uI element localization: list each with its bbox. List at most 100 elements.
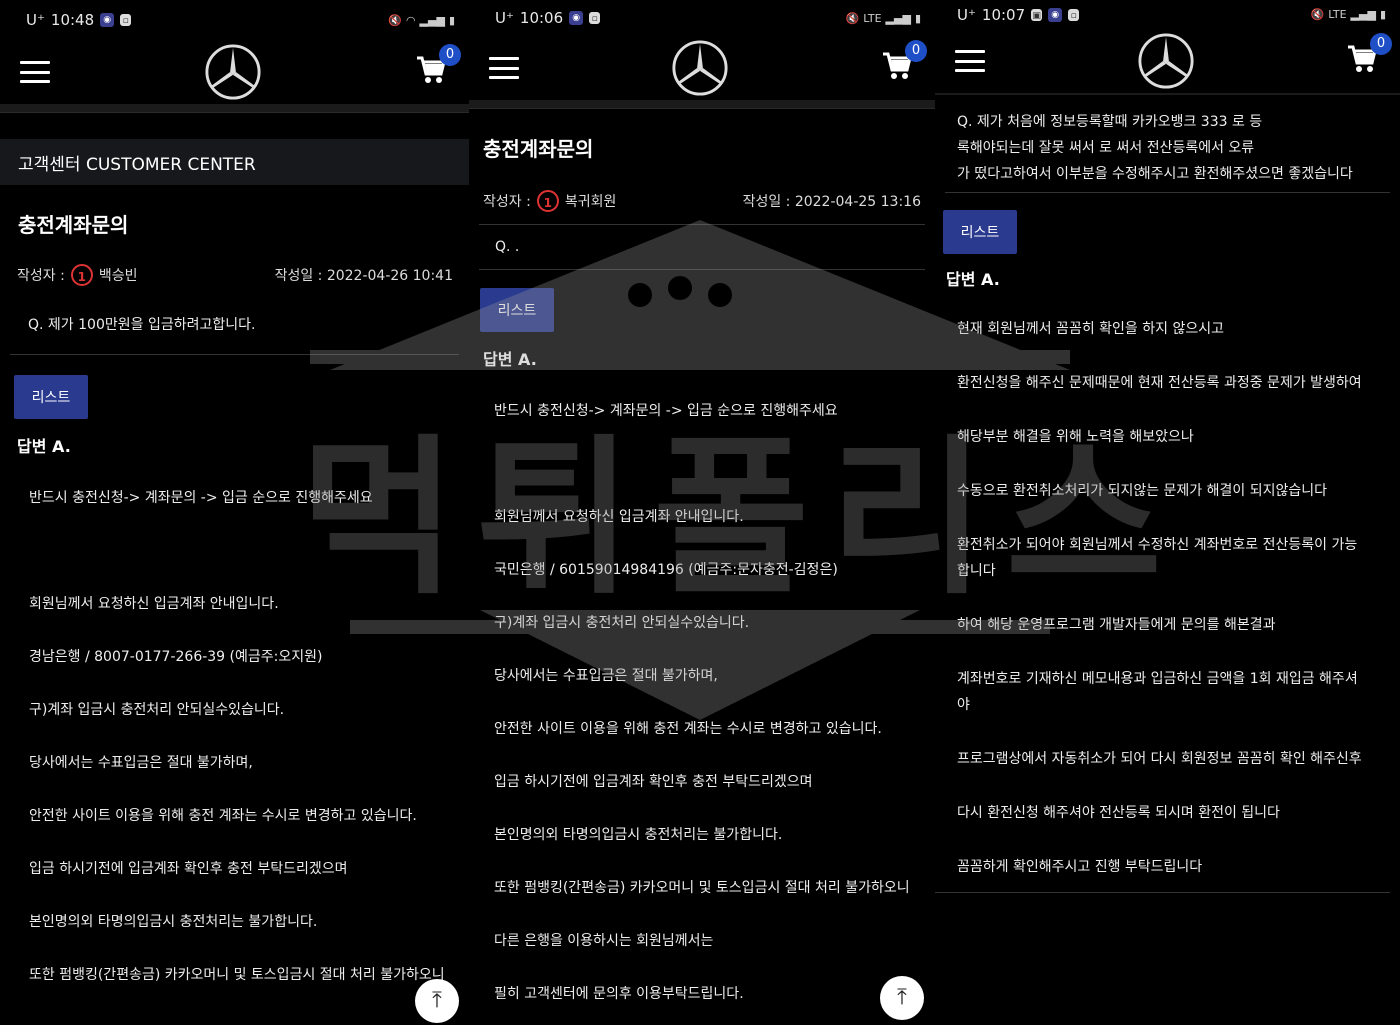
screenshot-panel-2: U⁺ 10:06 ◉ ▫ 🔇 LTE ▂▄▆ ▮ 0 충전계좌문의 작성자: … [469,0,935,1025]
wifi-icon: ◠ [405,13,416,27]
cart-count-badge: 0 [905,40,927,62]
mute-icon: 🔇 [1310,8,1325,21]
gallery-icon: ▣ [1031,8,1043,21]
answer-line: 안전한 사이트 이용을 위해 충전 계좌는 수시로 변경하고 있습니다. [29,808,417,824]
question-line: 가 떴다고하여서 이부분을 수정해주시고 환전해주셨으면 좋겠습니다 [957,166,1353,182]
answer-title: 답변 A. [17,437,71,456]
carrier-label: U⁺ [495,9,514,27]
carrier-label: U⁺ [26,11,45,29]
mute-icon: 🔇 [388,13,402,27]
answer-line: 당사에서는 수표입금은 절대 불가하며, [29,755,253,771]
post-title: 충전계좌문의 [18,213,129,237]
battery-icon: ▮ [1379,8,1386,21]
cart-count-badge: 0 [439,44,461,66]
brand-logo-icon[interactable] [204,43,262,101]
brand-logo-icon[interactable] [1137,32,1195,90]
question-line: 록해야되는데 잘못 써서 로 써서 전산등록에서 오류 [957,140,1255,156]
battery-icon: ▮ [448,13,455,27]
post-date: 작성일 : 2022-04-26 10:41 [274,268,453,284]
question-line: Q. 제가 처음에 정보등록할때 카카오뱅크 333 로 등 [957,114,1263,130]
menu-icon[interactable] [489,57,519,79]
menu-icon[interactable] [20,61,50,83]
cart-button[interactable]: 0 [1346,33,1392,79]
answer-body: 반드시 충전신청-> 계좌문의 -> 입금 순으로 진행해주세요 회원님께서 요… [469,370,935,1007]
menu-icon[interactable] [955,50,985,72]
status-bar: U⁺ 10:07 ▣ ◉ ▫ 🔇 LTE ▂▄▆ ▮ [935,0,1400,29]
cart-button[interactable]: 0 [415,44,461,90]
answer-line: 회원님께서 요청하신 입금계좌 안내입니다. [494,509,744,525]
answer-line: 입금 하시기전에 입금계좌 확인후 충전 부탁드리겠으며 [494,774,813,790]
status-bar: U⁺ 10:48 ◉ ▫ 🔇 ◠ ▂▄▆ ▮ [0,0,469,40]
answer-line: 프로그램상에서 자동취소가 되어 다시 회원정보 꼼꼼히 확인 해주신후 [957,751,1362,767]
question-block: Q. 제가 처음에 정보등록할때 카카오뱅크 333 로 등 록해야되는데 잘못… [945,95,1390,193]
question-text: Q. 제가 100만원을 입금하려고합니다. [10,300,459,355]
status-icons: 🔇 LTE ▂▄▆ ▮ [1311,8,1386,21]
member-level-icon: 1 [536,190,559,212]
question-text: Q. . [479,224,925,270]
answer-line: 구)계좌 입금시 충전처리 안되실수있습니다. [29,702,285,718]
screenshot-panel-3: U⁺ 10:07 ▣ ◉ ▫ 🔇 LTE ▂▄▆ ▮ 0 Q. 제가 처음에 정… [935,0,1400,1025]
app-header: 0 [935,29,1400,93]
status-icons: 🔇 ◠ ▂▄▆ ▮ [388,14,455,27]
list-button[interactable]: 리스트 [943,210,1017,254]
answer-title: 답변 A. [946,270,1000,289]
answer-line: 반드시 충전신청-> 계좌문의 -> 입금 순으로 진행해주세요 [494,403,838,419]
notification-icon: ▫ [1068,8,1080,21]
app-notification-icon: ◉ [569,11,584,25]
lte-icon: LTE [863,11,882,25]
app-notification-icon: ◉ [1048,7,1063,22]
mute-icon: 🔇 [845,11,860,25]
answer-line: 또한 펌뱅킹(간편송금) 카카오머니 및 토스입금시 절대 처리 불가하오니 [494,880,910,896]
member-level-icon: 1 [70,264,93,286]
post-title: 충전계좌문의 [483,137,594,161]
answer-line: 하여 해당 운영프로그램 개발자들에게 문의를 해본결과 [957,617,1276,633]
carrier-label: U⁺ [957,5,976,24]
answer-line: 꼼꼼하게 확인해주시고 진행 부탁드립니다 [957,859,1203,875]
post-date: 작성일 : 2022-04-25 13:16 [742,194,921,210]
header-divider [469,100,935,109]
answer-line: 다시 환전신청 해주셔야 전산등록 되시며 환전이 됩니다 [957,805,1280,821]
answer-body: 반드시 충전신청-> 계좌문의 -> 입금 순으로 진행해주세요 회원님께서 요… [0,457,469,988]
status-icons: 🔇 LTE ▂▄▆ ▮ [846,12,921,25]
author-label: 작성자 : [17,268,65,284]
author-name: 백승빈 [98,268,138,284]
post-meta: 작성자 : 1 백승빈 작성일 : 2022-04-26 10:41 [0,238,469,286]
answer-line: 회원님께서 요청하신 입금계좌 안내입니다. [29,596,279,612]
signal-icon: ▂▄▆ [1350,8,1376,21]
answer-line: 안전한 사이트 이용을 위해 충전 계좌는 수시로 변경하고 있습니다. [494,721,882,737]
list-button[interactable]: 리스트 [14,375,88,419]
post-meta: 작성자 : 1 복귀회원 작성일 : 2022-04-25 13:16 [469,162,935,212]
answer-line: 반드시 충전신청-> 계좌문의 -> 입금 순으로 진행해주세요 [29,490,373,506]
answer-line: 본인명의외 타명의입금시 충전처리는 불가합니다. [494,827,783,843]
answer-line: 경남은행 / 8007-0177-266-39 (예금주:오지원) [29,649,323,665]
clock: 10:06 [519,9,564,27]
answer-line: 환전신청을 해주신 문제때문에 현재 전산등록 과정중 문제가 발생하여 [957,375,1362,391]
answer-line: 구)계좌 입금시 충전처리 안되실수있습니다. [494,615,750,631]
app-header: 0 [0,40,469,104]
header-divider [0,104,469,113]
answer-line: 환전취소가 되어야 회원님께서 수정하신 계좌번호로 전산등록이 가능합니다 [957,537,1358,579]
answer-title: 답변 A. [483,350,537,369]
cart-button[interactable]: 0 [881,40,927,86]
answer-line: 다른 은행을 이용하시는 회원님께서는 [494,933,714,949]
list-button[interactable]: 리스트 [480,288,554,332]
answer-line: 입금 하시기전에 입금계좌 확인후 충전 부탁드리겠으며 [29,861,348,877]
scroll-top-button[interactable]: ⤒ [880,976,924,1020]
answer-line: 또한 펌뱅킹(간편송금) 카카오머니 및 토스입금시 절대 처리 불가하오니 [29,967,445,983]
battery-icon: ▮ [914,11,921,25]
status-bar: U⁺ 10:06 ◉ ▫ 🔇 LTE ▂▄▆ ▮ [469,0,935,36]
signal-icon: ▂▄▆ [419,13,445,27]
screenshot-panel-1: U⁺ 10:48 ◉ ▫ 🔇 ◠ ▂▄▆ ▮ 0 고객센터 CUSTOMER C… [0,0,469,1025]
author-label: 작성자 : [483,194,531,210]
answer-line: 수동으로 환전취소처리가 되지않는 문제가 해결이 되지않습니다 [957,483,1328,499]
clock: 10:07 [981,5,1026,24]
scroll-top-button[interactable]: ⤒ [415,979,459,1023]
cart-count-badge: 0 [1370,33,1392,55]
answer-line: 해당부분 해결을 위해 노력을 해보았으나 [957,429,1194,445]
author-name: 복귀회원 [564,194,617,210]
app-notification-icon: ◉ [100,13,115,27]
brand-logo-icon[interactable] [671,39,729,97]
app-header: 0 [469,36,935,100]
answer-line: 필히 고객센터에 문의후 이용부탁드립니다. [494,986,744,1002]
answer-body: 현재 회원님께서 꼼꼼히 확인을 하지 않으시고 환전신청을 해주신 문제때문에… [935,290,1390,893]
